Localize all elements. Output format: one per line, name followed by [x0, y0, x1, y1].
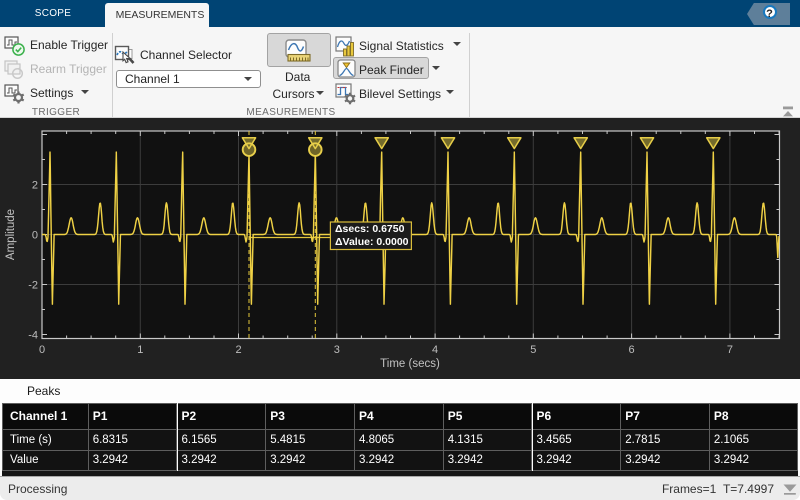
svg-text:5: 5: [530, 344, 536, 356]
svg-text:3: 3: [334, 344, 340, 356]
svg-text:4: 4: [432, 344, 438, 356]
svg-text:6: 6: [629, 344, 635, 356]
svg-text:2: 2: [235, 344, 241, 356]
svg-text:Δsecs: 0.6750: Δsecs: 0.6750: [335, 223, 405, 235]
svg-text:2: 2: [32, 180, 38, 192]
svg-text:-4: -4: [28, 330, 38, 342]
svg-text:0: 0: [39, 344, 45, 356]
svg-text:Amplitude: Amplitude: [5, 209, 17, 260]
svg-text:0: 0: [32, 230, 38, 242]
svg-text:-2: -2: [28, 280, 38, 292]
svg-text:7: 7: [727, 344, 733, 356]
svg-text:Time (secs): Time (secs): [380, 358, 440, 370]
svg-text:1: 1: [137, 344, 143, 356]
svg-text:ΔValue: 0.0000: ΔValue: 0.0000: [335, 236, 409, 248]
